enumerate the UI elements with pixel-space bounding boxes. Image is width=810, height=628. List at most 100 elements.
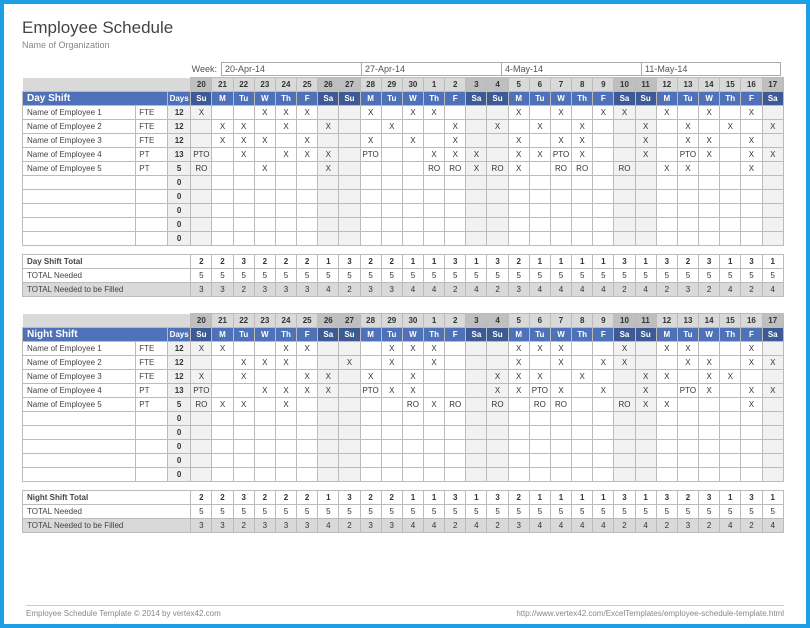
schedule-cell: RO [445,162,466,176]
employee-type: FTE [136,120,168,134]
footer-url: http://www.vertex42.com/ExcelTemplates/e… [516,609,784,618]
summary-cell: 5 [254,269,275,283]
summary-cell: 3 [233,491,254,505]
summary-cell: 5 [191,505,212,519]
summary-cell: 5 [360,269,381,283]
empty-row: 0 [23,176,784,190]
summary-cell: 5 [529,269,550,283]
dow-cell: W [402,328,423,342]
dow-cell: Th [424,328,445,342]
summary-table: Day Shift Total2232221322113132111131323… [22,254,784,297]
summary-cell: 2 [339,519,360,533]
summary-cell: 5 [487,505,508,519]
summary-cell: 5 [529,505,550,519]
schedule-cell [466,356,487,370]
schedule-cell [762,106,784,120]
employee-days: 13 [168,384,191,398]
dow-cell: F [741,92,762,106]
schedule-cell: X [318,120,339,134]
summary-cell: 1 [762,491,783,505]
schedule-cell: X [233,120,254,134]
schedule-cell [466,120,487,134]
schedule-cell: X [508,134,529,148]
schedule-cell: X [572,134,593,148]
dow-cell: Th [720,328,741,342]
schedule-cell [233,384,254,398]
dow-cell: W [699,328,720,342]
day-number-cell: 5 [508,78,529,92]
empty-row: 0 [23,190,784,204]
schedule-cell [487,106,508,120]
summary-cell: 2 [614,283,635,297]
schedule-cell: X [445,120,466,134]
schedule-cell [677,398,698,412]
schedule-cell [720,356,741,370]
dow-cell: Tu [677,92,698,106]
summary-cell: 1 [318,491,339,505]
employee-days: 0 [168,440,191,454]
day-number-cell: 5 [508,314,529,328]
day-number-cell: 20 [191,78,212,92]
dow-cell: F [593,92,614,106]
dow-row: Day ShiftDaysSuMTuWThFSaSuMTuWThFSaSuMTu… [23,92,784,106]
schedule-cell [593,370,614,384]
day-number-cell: 17 [762,78,784,92]
employee-name: Name of Employee 5 [23,398,136,412]
schedule-cell [275,162,296,176]
employee-name: Name of Employee 4 [23,384,136,398]
summary-cell: 5 [550,269,571,283]
summary-cell: 4 [529,519,550,533]
schedule-cell [699,342,720,356]
summary-cell: 3 [360,283,381,297]
summary-cell: 3 [614,255,635,269]
summary-cell: 5 [741,505,762,519]
summary-cell: 2 [699,519,720,533]
employee-name: Name of Employee 5 [23,162,136,176]
schedule-cell: X [677,134,698,148]
dow-cell: F [297,328,318,342]
schedule-cell: X [550,342,571,356]
schedule-cell [529,356,550,370]
schedule-cell [297,356,318,370]
schedule-cell: X [212,134,233,148]
schedule-cell: X [254,356,275,370]
summary-cell: 2 [212,255,233,269]
dow-cell: Su [635,328,656,342]
day-number-cell: 10 [614,78,635,92]
schedule-cell [339,384,360,398]
dow-cell: Tu [381,328,402,342]
day-number-cell: 9 [593,78,614,92]
summary-cell: 4 [720,283,741,297]
summary-cell: 2 [445,283,466,297]
summary-cell: 5 [677,269,698,283]
schedule-cell: X [614,356,635,370]
schedule-cell: X [424,106,445,120]
summary-cell: 5 [275,505,296,519]
day-number-cell: 4 [487,314,508,328]
summary-cell: 2 [191,491,212,505]
schedule-cell [381,148,402,162]
dow-cell: Su [487,328,508,342]
empty-row: 0 [23,468,784,482]
day-number-cell: 28 [360,314,381,328]
summary-cell: 5 [339,505,360,519]
schedule-cell [212,356,233,370]
dow-cell: W [254,92,275,106]
dow-cell: Th [572,92,593,106]
summary-cell: 1 [466,491,487,505]
employee-days: 5 [168,162,191,176]
employee-type: FTE [136,370,168,384]
employee-type: PT [136,398,168,412]
day-number-cell: 3 [466,78,487,92]
dow-cell: F [445,328,466,342]
schedule-cell [360,342,381,356]
schedule-cell [720,162,741,176]
employee-name: Name of Employee 4 [23,148,136,162]
summary-cell: 3 [508,283,529,297]
day-number-cell: 22 [233,314,254,328]
day-number-cell: 2 [445,78,466,92]
employee-row: Name of Employee 3FTE12XXXXXXXXXXXXXX [23,370,784,384]
day-number-cell: 26 [318,314,339,328]
summary-cell: 3 [212,519,233,533]
employee-days: 0 [168,190,191,204]
